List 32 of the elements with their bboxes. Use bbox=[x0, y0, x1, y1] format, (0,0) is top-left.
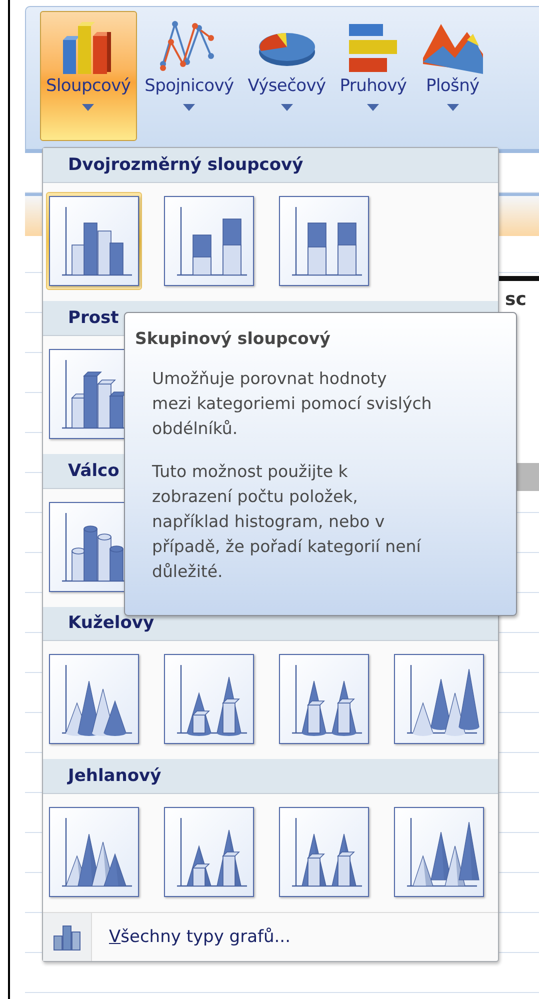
chart-type-icon bbox=[279, 654, 369, 744]
section-title: Jehlanový bbox=[68, 766, 162, 786]
chart-type-icon bbox=[279, 807, 369, 898]
chart-type-icon bbox=[279, 196, 369, 286]
chart-type-icon bbox=[394, 654, 484, 744]
chart-type-icon bbox=[164, 807, 254, 898]
chart-type-button[interactable]: Výsečový bbox=[242, 11, 332, 141]
section-title: Válco bbox=[68, 460, 120, 481]
tooltip-text: Tuto možnost použijte k zobrazení počtu položek, například histogram, nebo v případě, že pořadí kategorií není důležité. bbox=[151, 461, 422, 583]
chart-type-icon bbox=[49, 196, 139, 286]
section-title: Dvojrozměrný sloupcový bbox=[68, 154, 304, 175]
all-chart-types-link[interactable]: Všechny typy grafů... bbox=[109, 927, 290, 948]
section-title: Prost bbox=[68, 308, 119, 328]
chart-type-button[interactable]: Spojnicový bbox=[138, 11, 240, 141]
chart-type-icon bbox=[164, 196, 254, 286]
chart-type-button[interactable]: Pruhový bbox=[334, 11, 413, 141]
caret-icon bbox=[82, 104, 94, 111]
chart-type-icon bbox=[164, 654, 254, 744]
caret-icon bbox=[367, 104, 380, 111]
chart-type-button[interactable]: Plošný bbox=[414, 11, 491, 141]
caret-icon bbox=[183, 104, 196, 111]
chart-type-icon bbox=[49, 654, 139, 744]
chart-type-button[interactable]: Sloupcový bbox=[40, 11, 137, 141]
caret-icon bbox=[446, 104, 459, 111]
tooltip-text: Umožňuje porovnat hodnoty mezi kategoriemi pomocí svislých obdélníků. bbox=[151, 368, 433, 440]
gallery-item[interactable] bbox=[46, 192, 142, 290]
section-title: Kuželovy bbox=[68, 613, 154, 634]
tooltip-title: Skupinový sloupcový bbox=[135, 329, 332, 348]
cell-text: sc bbox=[504, 288, 528, 310]
chart-type-icon bbox=[394, 807, 484, 898]
chart-type-icon bbox=[49, 807, 139, 898]
caret-icon bbox=[280, 104, 293, 111]
